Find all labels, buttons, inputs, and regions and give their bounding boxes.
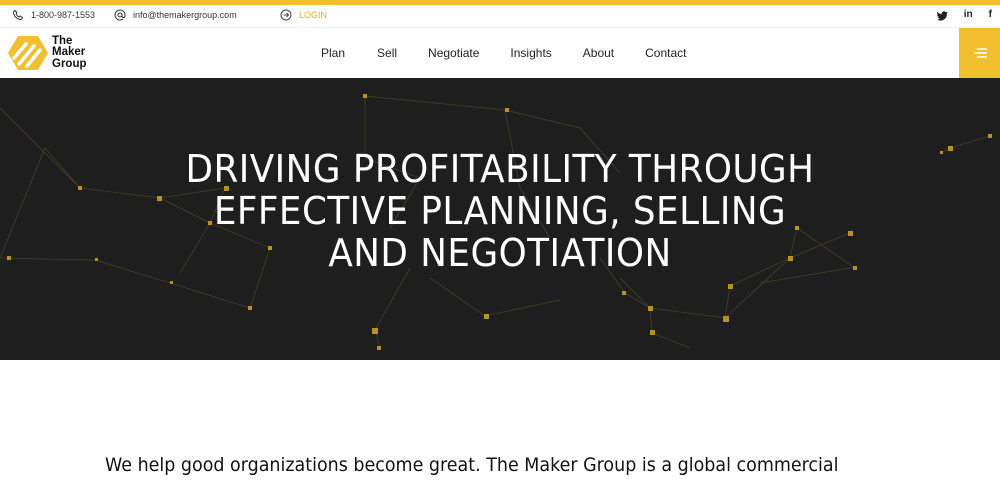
nav-item-sell[interactable]: Sell xyxy=(377,46,397,60)
login-link[interactable]: LOGIN xyxy=(280,8,327,22)
menu-button[interactable] xyxy=(959,28,1000,78)
nav-item-contact[interactable]: Contact xyxy=(645,46,686,60)
main-navbar: The Maker Group Plan Sell Negotiate Insi… xyxy=(0,27,1000,78)
phone-number: 1-800-987-1553 xyxy=(31,10,96,20)
social-links: in f xyxy=(936,8,992,22)
at-icon xyxy=(114,9,126,21)
hero-banner: DRIVING PROFITABILITY THROUGH EFFECTIVE … xyxy=(0,78,1000,360)
facebook-icon[interactable]: f xyxy=(989,8,992,22)
hero-headline-line-1: DRIVING PROFITABILITY THROUGH xyxy=(185,147,815,191)
email-link[interactable]: info@themakergroup.com xyxy=(114,8,237,22)
hero-headline-line-3: AND NEGOTIATION xyxy=(328,231,672,275)
login-icon xyxy=(280,9,292,21)
nav-item-insights[interactable]: Insights xyxy=(510,46,551,60)
maker-group-logo-icon xyxy=(8,36,48,70)
logo-line-3: Group xyxy=(52,57,87,70)
phone-icon xyxy=(12,9,24,21)
email-address: info@themakergroup.com xyxy=(133,10,237,20)
linkedin-icon[interactable]: in xyxy=(964,8,973,22)
primary-nav: Plan Sell Negotiate Insights About Conta… xyxy=(321,46,718,60)
nav-item-negotiate[interactable]: Negotiate xyxy=(428,46,479,60)
hamburger-icon xyxy=(973,48,987,58)
twitter-icon[interactable] xyxy=(936,10,948,21)
logo[interactable]: The Maker Group xyxy=(8,34,87,72)
login-label: LOGIN xyxy=(299,10,328,20)
nav-item-plan[interactable]: Plan xyxy=(321,46,345,60)
nav-item-about[interactable]: About xyxy=(583,46,614,60)
top-contact-bar: 1-800-987-1553 info@themakergroup.com LO… xyxy=(0,5,1000,27)
hero-headline-line-2: EFFECTIVE PLANNING, SELLING xyxy=(213,189,787,233)
intro-paragraph: We help good organizations become great.… xyxy=(105,454,839,476)
phone-link[interactable]: 1-800-987-1553 xyxy=(12,8,95,22)
logo-text: The Maker Group xyxy=(52,35,87,71)
hero-headline: DRIVING PROFITABILITY THROUGH EFFECTIVE … xyxy=(30,148,970,274)
